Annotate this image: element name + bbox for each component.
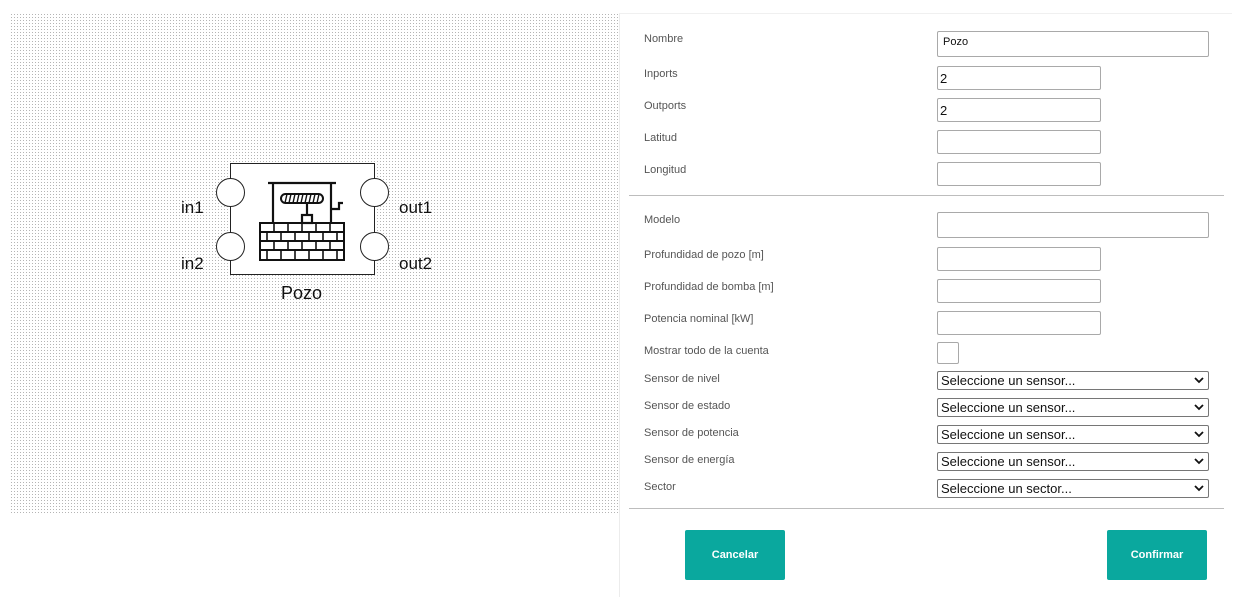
sensor-energia-label: Sensor de energía bbox=[644, 454, 735, 466]
longitud-input[interactable] bbox=[937, 162, 1101, 186]
sensor-potencia-value: Seleccione un sensor... bbox=[941, 427, 1076, 442]
prof-pozo-label: Profundidad de pozo [m] bbox=[644, 249, 764, 261]
chevron-down-icon bbox=[1194, 377, 1204, 384]
footer-divider bbox=[629, 508, 1224, 509]
prof-pozo-input[interactable] bbox=[937, 247, 1101, 271]
sensor-energia-select[interactable]: Seleccione un sensor... bbox=[937, 452, 1209, 471]
longitud-label: Longitud bbox=[644, 164, 687, 176]
potencia-label: Potencia nominal [kW] bbox=[644, 313, 754, 325]
port-label-out2: out2 bbox=[399, 254, 433, 273]
mostrar-label: Mostrar todo de la cuenta bbox=[644, 345, 769, 357]
sector-select[interactable]: Seleccione un sector... bbox=[937, 479, 1209, 498]
sensor-nivel-select[interactable]: Seleccione un sensor... bbox=[937, 371, 1209, 390]
port-label-in2: in2 bbox=[181, 254, 204, 273]
sensor-nivel-value: Seleccione un sensor... bbox=[941, 373, 1076, 388]
prof-bomba-input[interactable] bbox=[937, 279, 1101, 303]
inports-label: Inports bbox=[644, 68, 678, 80]
well-icon bbox=[259, 181, 345, 261]
modelo-label: Modelo bbox=[644, 214, 681, 226]
port-label-in1: in1 bbox=[181, 198, 204, 217]
port-label-out1: out1 bbox=[399, 198, 433, 217]
confirm-button[interactable]: Confirmar bbox=[1107, 530, 1207, 580]
latitud-input[interactable] bbox=[937, 130, 1101, 154]
chevron-down-icon bbox=[1194, 485, 1204, 492]
chevron-down-icon bbox=[1194, 404, 1204, 411]
section-divider bbox=[629, 195, 1224, 196]
cancel-button[interactable]: Cancelar bbox=[685, 530, 785, 580]
outports-input[interactable]: 2 bbox=[937, 98, 1101, 122]
properties-panel bbox=[619, 13, 1232, 597]
sensor-estado-label: Sensor de estado bbox=[644, 400, 731, 412]
latitud-label: Latitud bbox=[644, 132, 678, 144]
prof-bomba-label: Profundidad de bomba [m] bbox=[644, 281, 774, 293]
potencia-input[interactable] bbox=[937, 311, 1101, 335]
sensor-energia-value: Seleccione un sensor... bbox=[941, 454, 1076, 469]
nombre-label: Nombre bbox=[644, 33, 684, 45]
sector-label: Sector bbox=[644, 481, 676, 493]
mostrar-checkbox[interactable] bbox=[937, 342, 959, 364]
port-in2[interactable] bbox=[216, 232, 245, 261]
sector-value: Seleccione un sector... bbox=[941, 481, 1072, 496]
port-out2[interactable] bbox=[360, 232, 389, 261]
sensor-potencia-label: Sensor de potencia bbox=[644, 427, 739, 439]
port-in1[interactable] bbox=[216, 178, 245, 207]
block-name-label: Pozo bbox=[281, 283, 323, 303]
sensor-estado-value: Seleccione un sensor... bbox=[941, 400, 1076, 415]
chevron-down-icon bbox=[1194, 431, 1204, 438]
modelo-input[interactable] bbox=[937, 212, 1209, 238]
port-out1[interactable] bbox=[360, 178, 389, 207]
nombre-input[interactable]: Pozo bbox=[937, 31, 1209, 57]
inports-input[interactable]: 2 bbox=[937, 66, 1101, 90]
sensor-nivel-label: Sensor de nivel bbox=[644, 373, 720, 385]
sensor-estado-select[interactable]: Seleccione un sensor... bbox=[937, 398, 1209, 417]
sensor-potencia-select[interactable]: Seleccione un sensor... bbox=[937, 425, 1209, 444]
outports-label: Outports bbox=[644, 100, 687, 112]
chevron-down-icon bbox=[1194, 458, 1204, 465]
